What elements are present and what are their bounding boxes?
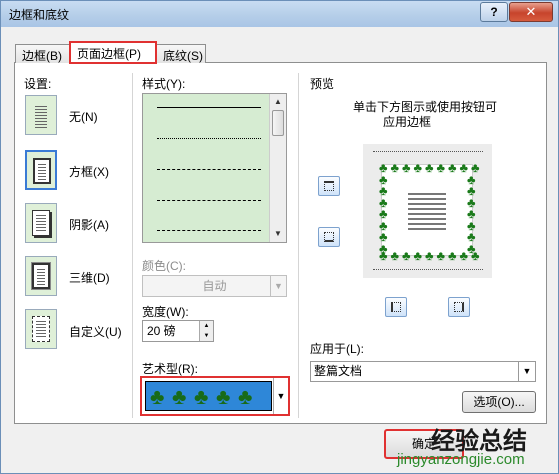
setting-custom-label[interactable]: 自定义(U): [69, 323, 122, 340]
tree-icon: ♣: [413, 160, 423, 175]
help-button[interactable]: ?: [480, 2, 508, 22]
tab-page-border[interactable]: 页面边框(P): [69, 41, 157, 64]
art-select[interactable]: ♣ ♣ ♣ ♣ ♣ ▼: [140, 376, 290, 416]
options-button[interactable]: 选项(O)...: [462, 391, 536, 413]
divider: [132, 73, 133, 418]
setting-shadow[interactable]: [25, 203, 57, 243]
setting-box-label[interactable]: 方框(X): [69, 163, 109, 180]
tab-shading[interactable]: 底纹(S): [156, 44, 206, 63]
setting-3d-label[interactable]: 三维(D): [69, 269, 110, 286]
style-dash-dot[interactable]: [157, 230, 261, 231]
apply-to-value: 整篇文档: [314, 364, 363, 378]
preview-hint-line2: 应用边框: [383, 115, 432, 129]
tree-icon: ♣: [379, 240, 388, 256]
width-label: 宽度(W):: [142, 305, 189, 319]
chevron-down-icon[interactable]: ▼: [518, 362, 535, 381]
tree-icon: ♣: [467, 240, 476, 256]
borders-and-shading-dialog: 边框和底纹 ? ✕ 边框(B) 页面边框(P) 底纹(S) 设置: 无(N) 方…: [0, 0, 559, 474]
setting-none-label[interactable]: 无(N): [69, 108, 98, 125]
scroll-thumb[interactable]: [272, 110, 284, 136]
tree-icon: ♣: [172, 384, 187, 409]
style-dotted[interactable]: [157, 138, 261, 139]
tree-icon: ♣: [436, 248, 446, 263]
tree-icon: ♣: [425, 248, 434, 263]
scroll-up-icon[interactable]: ▲: [271, 95, 285, 109]
tab-borders[interactable]: 边框(B): [15, 44, 70, 63]
top-border-icon: [324, 181, 334, 191]
spin-down-icon[interactable]: ▼: [199, 331, 213, 341]
tree-icon: ♣: [425, 160, 434, 175]
setting-none[interactable]: [25, 95, 57, 135]
art-label: 艺术型(R):: [142, 362, 198, 376]
divider: [298, 73, 299, 418]
style-dashed[interactable]: [157, 200, 261, 201]
tree-icon: ♣: [413, 248, 423, 263]
chevron-down-icon[interactable]: ▼: [270, 276, 286, 296]
tree-icon: ♣: [390, 248, 400, 263]
style-list[interactable]: ▲ ▼: [142, 93, 287, 243]
tree-icon: ♣: [150, 384, 165, 409]
width-input[interactable]: 20 磅 ▲ ▼: [142, 320, 214, 342]
window-title: 边框和底纹: [9, 8, 70, 22]
scroll-down-icon[interactable]: ▼: [271, 227, 285, 241]
tree-icon: ♣: [402, 160, 411, 175]
style-solid[interactable]: [157, 107, 261, 108]
setting-shadow-label[interactable]: 阴影(A): [69, 216, 109, 233]
bottom-border-button[interactable]: [318, 227, 340, 247]
tree-icon: ♣: [216, 384, 231, 409]
tree-icon: ♣: [448, 248, 457, 263]
tree-icon: ♣: [402, 248, 411, 263]
close-button[interactable]: ✕: [509, 2, 553, 22]
top-border-button[interactable]: [318, 176, 340, 196]
color-select[interactable]: 自动 ▼: [142, 275, 287, 297]
style-scrollbar[interactable]: ▲ ▼: [269, 94, 286, 242]
tree-icon: ♣: [390, 160, 400, 175]
style-dashed-short[interactable]: [157, 169, 261, 170]
spin-up-icon[interactable]: ▲: [199, 321, 213, 331]
style-label: 样式(Y):: [142, 77, 186, 91]
corner-marks: [373, 151, 483, 152]
title-bar: 边框和底纹 ? ✕: [1, 1, 558, 27]
tree-icon: ♣: [436, 160, 446, 175]
tree-icon: ♣: [194, 384, 209, 409]
tree-icon: ♣: [238, 384, 253, 409]
left-border-icon: [391, 302, 401, 312]
settings-heading: 设置:: [24, 77, 52, 91]
left-border-button[interactable]: [385, 297, 407, 317]
right-border-button[interactable]: [448, 297, 470, 317]
setting-box[interactable]: [25, 150, 57, 190]
tree-icon: ♣: [448, 160, 457, 175]
preview-text-lines: [408, 193, 446, 233]
watermark-url: jingyanzongjie.com: [397, 451, 525, 468]
preview-heading: 预览: [310, 77, 335, 91]
chevron-down-icon[interactable]: ▼: [273, 378, 288, 414]
setting-3d[interactable]: [25, 256, 57, 296]
apply-to-select[interactable]: 整篇文档 ▼: [310, 361, 536, 382]
color-label: 颜色(C):: [142, 259, 186, 273]
width-value: 20 磅: [147, 324, 176, 338]
right-border-icon: [454, 302, 464, 312]
bottom-border-icon: [324, 232, 334, 242]
color-value: 自动: [202, 279, 227, 293]
setting-custom[interactable]: [25, 309, 57, 349]
art-tree-sample: ♣ ♣ ♣ ♣ ♣: [145, 381, 272, 411]
corner-marks: [373, 269, 483, 270]
apply-to-label: 应用于(L):: [310, 342, 365, 356]
